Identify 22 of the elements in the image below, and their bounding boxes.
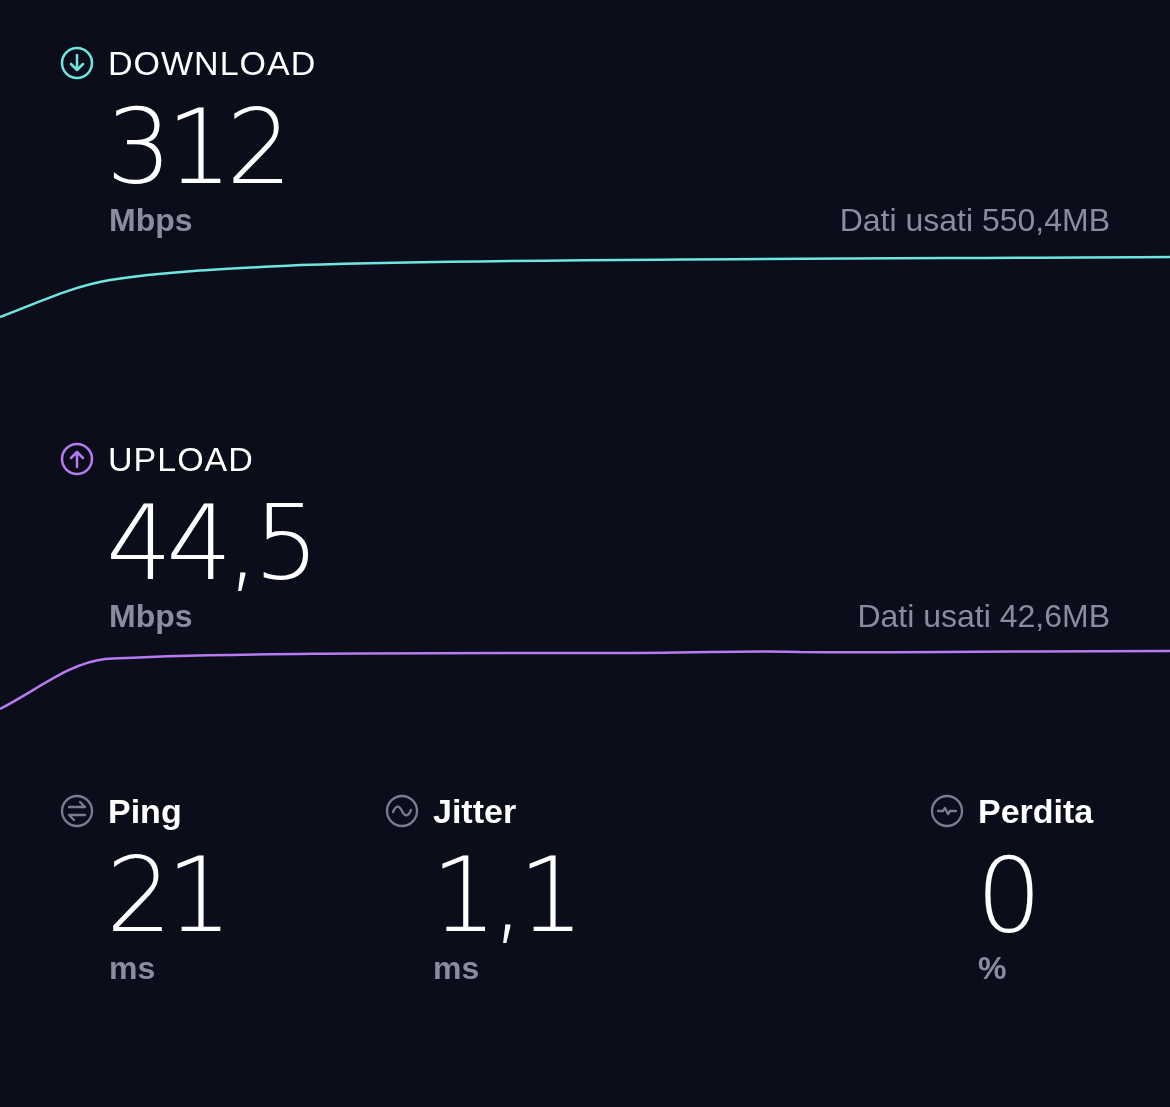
metric-title: Jitter	[433, 791, 517, 831]
unit-label: %	[978, 950, 1007, 987]
metric-value: 0	[975, 840, 1037, 950]
upload-icon	[60, 442, 94, 476]
arrows-icon	[60, 794, 94, 828]
unit-label: ms	[433, 950, 480, 987]
metric-value: 1,1	[430, 840, 579, 950]
data-used-label: Dati usati 42,6MB	[857, 598, 1110, 635]
unit-label: Mbps	[109, 202, 193, 239]
pulse-icon	[930, 794, 964, 828]
download-icon	[60, 46, 94, 80]
wave-icon	[385, 794, 419, 828]
section-title: DOWNLOAD	[108, 43, 317, 83]
unit-label: ms	[109, 950, 156, 987]
metric-title: Ping	[108, 791, 182, 831]
section-title: UPLOAD	[108, 439, 254, 479]
metric-value: 21	[105, 840, 227, 950]
speed-value: 44,5	[105, 488, 314, 598]
metric-title: Perdita	[978, 791, 1094, 831]
unit-label: Mbps	[109, 598, 193, 635]
speed-value: 312	[105, 92, 287, 202]
data-used-label: Dati usati 550,4MB	[839, 202, 1110, 239]
